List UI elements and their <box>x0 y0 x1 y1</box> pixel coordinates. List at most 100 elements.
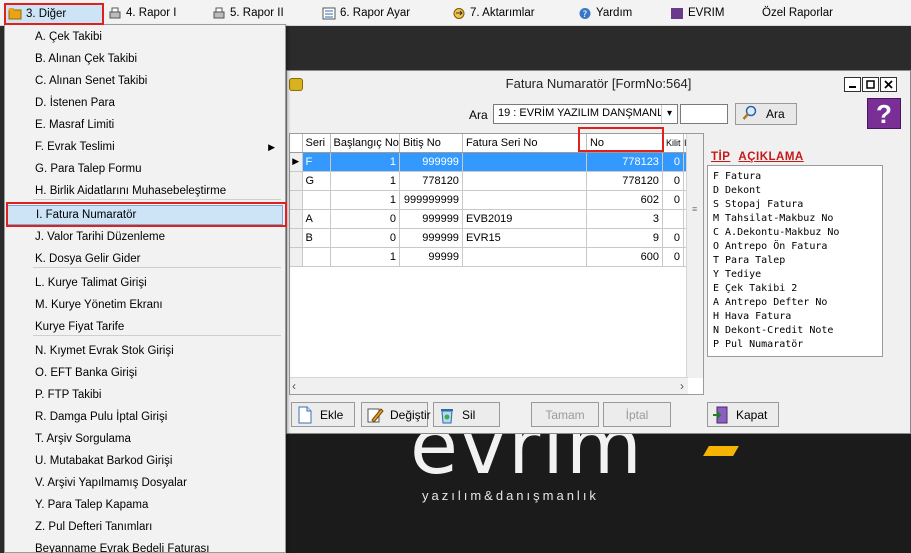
cell-seri[interactable] <box>302 190 331 210</box>
cell-kilit[interactable]: 0 <box>662 228 684 248</box>
cell-no[interactable]: 3 <box>586 209 663 229</box>
current-row-indicator-icon[interactable]: ▶ <box>290 152 303 172</box>
cell-fatura-seri-no[interactable] <box>462 152 587 172</box>
ara-select[interactable]: 19 : EVRİM YAZILIM DANŞMANL ▾ <box>493 104 678 124</box>
col-bitis-no[interactable]: Bitiş No <box>399 134 463 153</box>
cell-fatura-seri-no[interactable] <box>462 247 587 267</box>
cell-baslangic-no[interactable]: 0 <box>330 228 400 248</box>
ekle-button[interactable]: Ekle <box>291 402 355 427</box>
scroll-right-icon[interactable]: › <box>680 379 684 393</box>
minimize-button[interactable] <box>844 77 861 92</box>
cell-fatura-seri-no[interactable] <box>462 171 587 191</box>
table-row[interactable]: 1 999999999 602 0 <box>290 190 691 210</box>
col-fatura-seri-no[interactable]: Fatura Seri No <box>462 134 587 153</box>
table-row[interactable]: A 0 999999 EVB2019 3 <box>290 209 691 229</box>
cell-bitis-no[interactable]: 999999999 <box>399 190 463 210</box>
menu-item-damga-pulu-iptal[interactable]: R. Damga Pulu İptal Girişi <box>7 407 283 427</box>
tip-list-item[interactable]: N Dekont-Credit Note <box>713 324 877 338</box>
cell-kilit[interactable]: 0 <box>662 247 684 267</box>
cell-no[interactable]: 600 <box>586 247 663 267</box>
cell-seri[interactable]: B <box>302 228 331 248</box>
scroll-grip-icon[interactable]: ≡ <box>692 204 700 216</box>
menu-rapor-1[interactable]: 4. Rapor I <box>108 4 177 22</box>
tamam-button[interactable]: Tamam <box>531 402 599 427</box>
cell-seri[interactable] <box>302 247 331 267</box>
row-indicator[interactable] <box>290 190 303 210</box>
table-row[interactable]: 1 99999 600 0 <box>290 247 691 267</box>
cell-fatura-seri-no[interactable] <box>462 190 587 210</box>
tip-list-item[interactable]: H Hava Fatura <box>713 310 877 324</box>
cell-baslangic-no[interactable]: 1 <box>330 190 400 210</box>
cell-bitis-no[interactable]: 99999 <box>399 247 463 267</box>
cell-kilit[interactable]: 0 <box>662 171 684 191</box>
tip-list-item[interactable]: S Stopaj Fatura <box>713 198 877 212</box>
menu-item-mutabakat-barkod[interactable]: U. Mutabakat Barkod Girişi <box>7 451 283 471</box>
menu-item-pul-defteri[interactable]: Z. Pul Defteri Tanımları <box>7 517 283 537</box>
help-button[interactable]: ? <box>867 98 901 129</box>
menu-item-arsiv-sorgulama[interactable]: T. Arşiv Sorgulama <box>7 429 283 449</box>
maximize-button[interactable] <box>862 77 879 92</box>
cell-kilit[interactable] <box>662 209 684 229</box>
cell-bitis-no[interactable]: 999999 <box>399 152 463 172</box>
row-indicator[interactable] <box>290 171 303 191</box>
menu-item-istenen-para[interactable]: D. İstenen Para <box>7 93 283 113</box>
tip-list[interactable]: F Fatura D Dekont S Stopaj Fatura M Tahsila… <box>707 165 883 357</box>
menu-item-kiymet-evrak-stok[interactable]: N. Kıymet Evrak Stok Girişi <box>7 341 283 361</box>
cell-kilit[interactable]: 0 <box>662 152 684 172</box>
cell-baslangic-no[interactable]: 1 <box>330 152 400 172</box>
menu-item-evrak-teslimi[interactable]: F. Evrak Teslimi ▶ <box>7 137 283 157</box>
cell-no[interactable]: 602 <box>586 190 663 210</box>
table-row[interactable]: B 0 999999 EVR15 9 0 <box>290 228 691 248</box>
menu-item-masraf-limiti[interactable]: E. Masraf Limiti <box>7 115 283 135</box>
menu-item-kurye-talimat[interactable]: L. Kurye Talimat Girişi <box>7 273 283 293</box>
tip-list-item[interactable]: E Çek Takibi 2 <box>713 282 877 296</box>
menu-item-kurye-fiyat-tarife[interactable]: Kurye Fiyat Tarife <box>7 317 283 337</box>
tip-list-item[interactable]: M Tahsilat-Makbuz No <box>713 212 877 226</box>
cell-seri[interactable]: G <box>302 171 331 191</box>
menu-item-kurye-yonetim[interactable]: M. Kurye Yönetim Ekranı <box>7 295 283 315</box>
col-baslangic-no[interactable]: Başlangıç No <box>330 134 400 153</box>
menu-item-dosya-gelir-gider[interactable]: K. Dosya Gelir Gider <box>7 249 283 269</box>
tip-list-item[interactable]: C A.Dekontu-Makbuz No <box>713 226 877 240</box>
ara-button[interactable]: Ara <box>735 103 797 125</box>
table-row[interactable]: G 1 778120 778120 0 <box>290 171 691 191</box>
menu-item-fatura-numarator[interactable]: I. Fatura Numaratör <box>7 205 283 225</box>
col-seri[interactable]: Seri <box>302 134 331 153</box>
grid-vertical-scrollbar[interactable]: ≡ <box>686 134 703 378</box>
menu-diger[interactable]: 3. Diğer <box>4 3 104 24</box>
menu-item-cek-takibi[interactable]: A. Çek Takibi <box>7 27 283 47</box>
menu-item-arsivi-yapilmamis[interactable]: V. Arşivi Yapılmamış Dosyalar <box>7 473 283 493</box>
menu-item-valor-tarihi[interactable]: J. Valor Tarihi Düzenleme <box>7 227 283 247</box>
menu-item-beyanname-evrak-bedeli[interactable]: Beyanname Evrak Bedeli Faturası <box>7 539 283 553</box>
menu-aktarimlar[interactable]: 7. Aktarımlar <box>452 4 535 22</box>
menu-evrim[interactable]: EVRIM <box>670 4 724 22</box>
tip-list-item[interactable]: T Para Talep <box>713 254 877 268</box>
scroll-left-icon[interactable]: ‹ <box>292 379 296 393</box>
cell-fatura-seri-no[interactable]: EVR15 <box>462 228 587 248</box>
cell-baslangic-no[interactable]: 1 <box>330 171 400 191</box>
col-kilit[interactable]: Kilit <box>662 134 684 153</box>
ara-input[interactable] <box>680 104 728 124</box>
menu-item-para-talep-formu[interactable]: G. Para Talep Formu <box>7 159 283 179</box>
menu-rapor-ayar[interactable]: 6. Rapor Ayar <box>322 4 410 22</box>
grid-horizontal-scrollbar[interactable]: ‹ › <box>290 377 688 394</box>
col-no[interactable]: No <box>586 134 663 153</box>
row-indicator[interactable] <box>290 247 303 267</box>
tip-list-item[interactable]: Y Tediye <box>713 268 877 282</box>
cell-no[interactable]: 778120 <box>586 171 663 191</box>
tip-list-item[interactable]: F Fatura <box>713 170 877 184</box>
cell-baslangic-no[interactable]: 0 <box>330 209 400 229</box>
menu-item-eft-banka[interactable]: O. EFT Banka Girişi <box>7 363 283 383</box>
cell-bitis-no[interactable]: 999999 <box>399 209 463 229</box>
menu-item-alinan-senet-takibi[interactable]: C. Alınan Senet Takibi <box>7 71 283 91</box>
cell-baslangic-no[interactable]: 1 <box>330 247 400 267</box>
table-row[interactable]: ▶ F 1 999999 778123 0 <box>290 152 691 172</box>
sil-button[interactable]: Sil <box>433 402 500 427</box>
close-button[interactable] <box>880 77 897 92</box>
menu-yardim[interactable]: ? Yardım <box>578 4 632 22</box>
kapat-button[interactable]: Kapat <box>707 402 779 427</box>
cell-no[interactable]: 778123 <box>586 152 663 172</box>
cell-bitis-no[interactable]: 999999 <box>399 228 463 248</box>
tip-list-item[interactable]: A Antrepo Defter No <box>713 296 877 310</box>
iptal-button[interactable]: İptal <box>603 402 671 427</box>
